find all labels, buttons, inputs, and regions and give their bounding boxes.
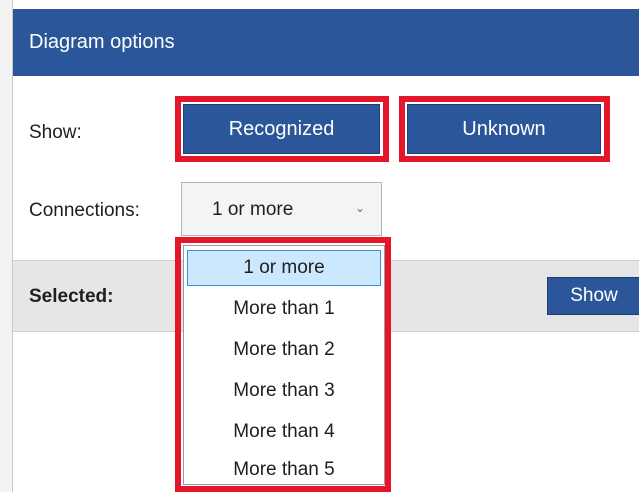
connections-combobox[interactable]: 1 or more ⌄ [181, 182, 382, 236]
option-label: More than 3 [233, 380, 335, 401]
show-button[interactable]: Show [547, 277, 639, 315]
show-button-label: Show [570, 285, 618, 306]
option-more-than-3[interactable]: More than 3 [187, 373, 381, 409]
option-label: 1 or more [243, 257, 325, 278]
option-label: More than 2 [233, 339, 335, 360]
option-more-than-5[interactable]: More than 5 [187, 452, 381, 488]
connections-label: Connections: [29, 200, 140, 221]
option-more-than-1[interactable]: More than 1 [187, 291, 381, 327]
diagram-options-panel: Diagram options Show: Recognized Unknown… [12, 0, 639, 492]
panel-header: Diagram options [13, 9, 639, 76]
option-label: More than 4 [233, 421, 335, 442]
option-label: More than 5 [233, 459, 335, 480]
recognized-button[interactable]: Recognized [183, 104, 380, 154]
option-more-than-2[interactable]: More than 2 [187, 332, 381, 368]
option-label: More than 1 [233, 298, 335, 319]
recognized-button-label: Recognized [228, 117, 335, 140]
connections-selected-value: 1 or more [212, 199, 294, 220]
connections-dropdown-list: 1 or more More than 1 More than 2 More t… [183, 245, 385, 485]
selected-label: Selected: [29, 286, 114, 307]
unknown-button[interactable]: Unknown [407, 104, 601, 154]
option-more-than-4[interactable]: More than 4 [187, 414, 381, 450]
show-label: Show: [29, 122, 82, 143]
panel-title: Diagram options [29, 31, 175, 53]
chevron-down-icon: ⌄ [355, 201, 366, 215]
unknown-button-label: Unknown [462, 117, 546, 140]
option-1-or-more[interactable]: 1 or more [187, 250, 381, 286]
